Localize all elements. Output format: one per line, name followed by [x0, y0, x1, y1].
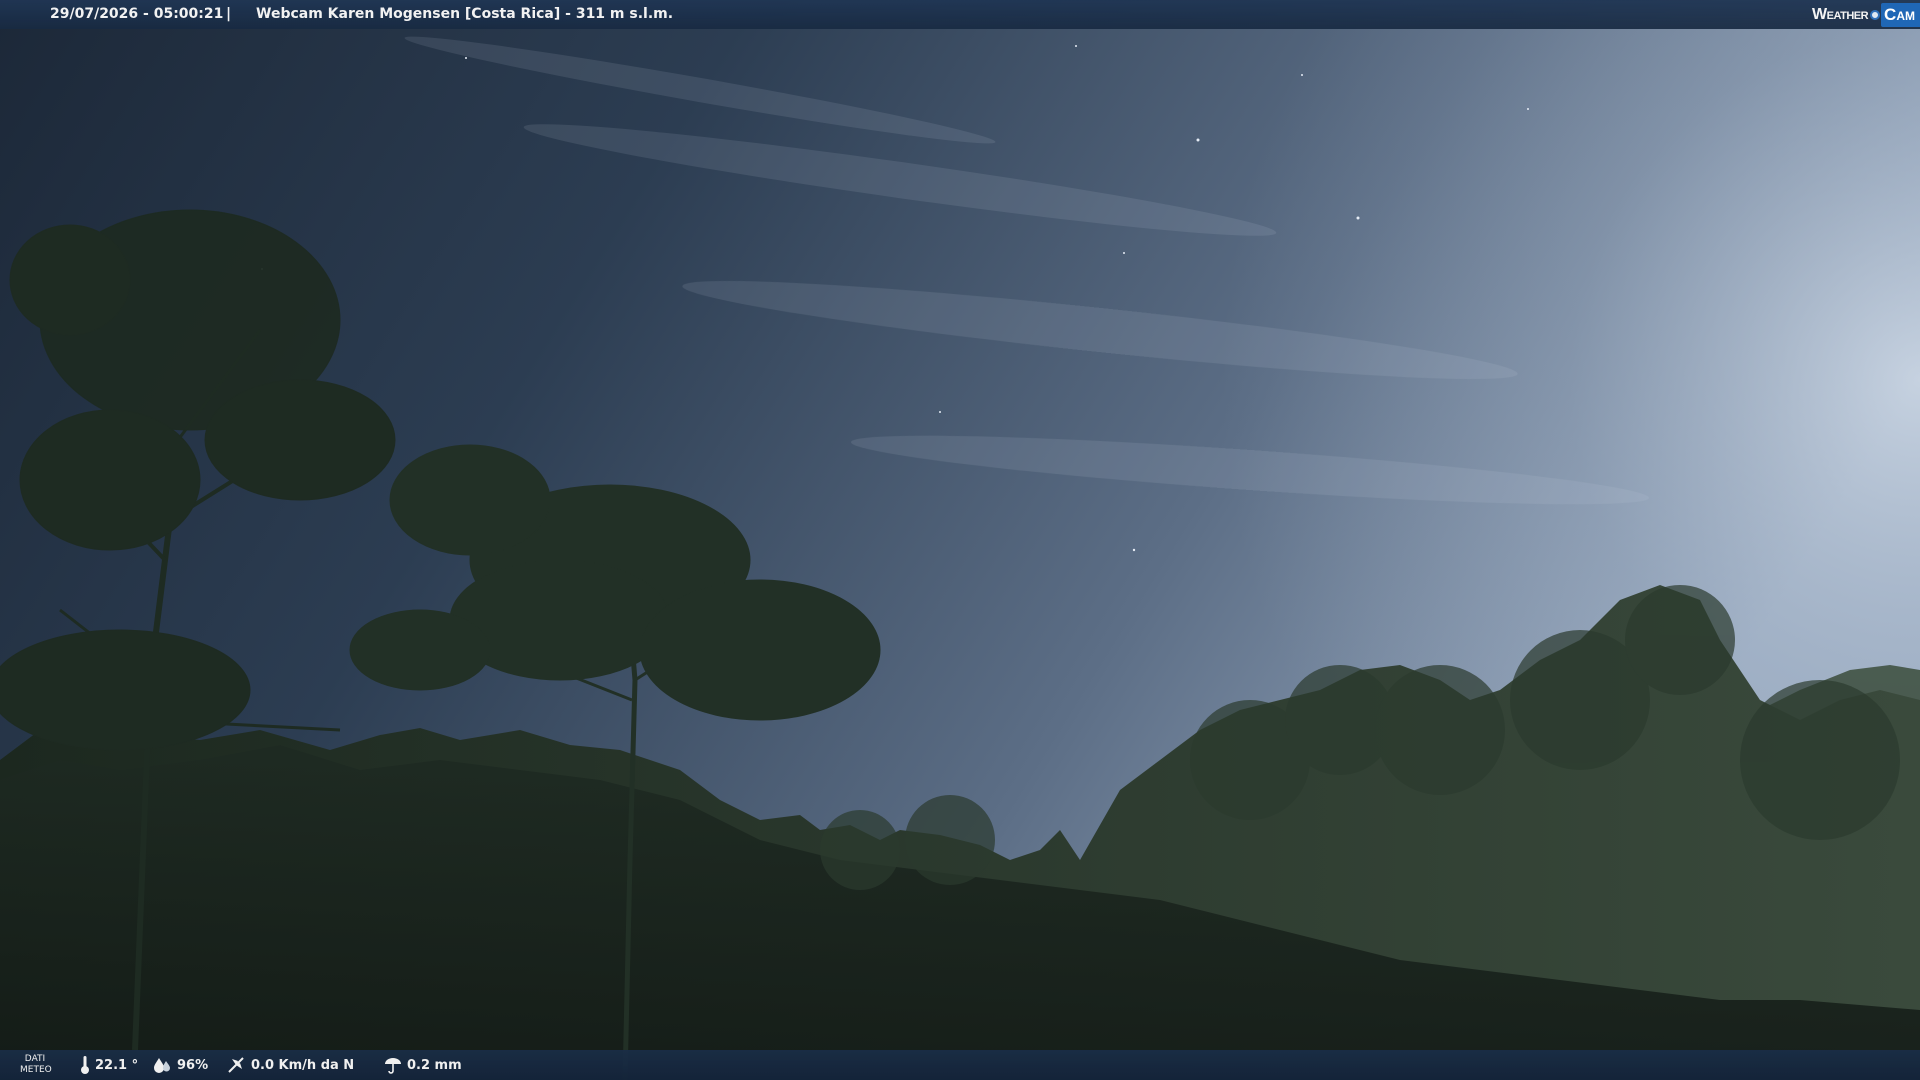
weather-data-bar: DATI METEO 22.1 ° 96% 0.0 Km/h da N 0.2 …	[0, 1050, 1920, 1080]
temperature-value: 22.1 °	[95, 1057, 139, 1073]
timestamp: 29/07/2026 - 05:00:21	[50, 6, 224, 22]
rain-value: 0.2 mm	[407, 1057, 462, 1073]
rain-icon	[385, 1058, 401, 1074]
top-info-bar: 29/07/2026 - 05:00:21 | Webcam Karen Mog…	[0, 0, 1920, 29]
rain-readout: 0.2 mm	[384, 1050, 462, 1080]
weathercam-logo[interactable]: Weather Cam	[1812, 0, 1920, 29]
dati-meteo-label: DATI METEO	[20, 1054, 52, 1075]
logo-weather-text: Weather	[1812, 6, 1869, 23]
humidity-icon	[154, 1058, 170, 1073]
wind-readout: 0.0 Km/h da N	[226, 1050, 354, 1080]
webcam-image	[0, 0, 1920, 1080]
temperature-readout: 22.1 °	[80, 1050, 138, 1080]
logo-cam-text: Cam	[1881, 2, 1920, 27]
humidity-readout: 96%	[152, 1050, 208, 1080]
wind-icon	[228, 1057, 244, 1073]
logo-dot-icon	[1870, 9, 1881, 20]
thermometer-icon	[81, 1056, 89, 1074]
separator: |	[226, 6, 232, 22]
webcam-caption: Webcam Karen Mogensen [Costa Rica] - 311…	[256, 6, 674, 22]
wind-value: 0.0 Km/h da N	[251, 1057, 355, 1073]
humidity-value: 96%	[177, 1057, 209, 1073]
